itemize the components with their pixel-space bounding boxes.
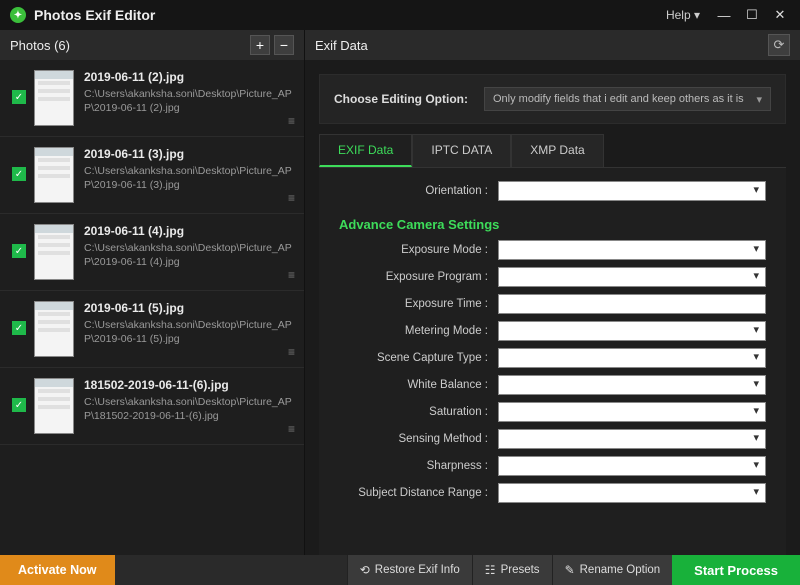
file-path: C:\Users\akanksha.soni\Desktop\Picture_A… [84,87,296,115]
item-menu-icon[interactable]: ≡ [288,114,294,128]
file-path: C:\Users\akanksha.soni\Desktop\Picture_A… [84,318,296,346]
activate-button[interactable]: Activate Now [0,555,115,585]
list-item[interactable]: ✓ 2019-06-11 (4).jpg C:\Users\akanksha.s… [0,214,304,291]
file-path: C:\Users\akanksha.soni\Desktop\Picture_A… [84,395,296,423]
photos-panel: Photos (6) + − ✓ 2019-06-11 (2).jpg C:\U… [0,30,305,555]
checkbox[interactable]: ✓ [12,244,26,258]
bottom-bar: Activate Now ⟲ Restore Exif Info ☷ Presets… [0,555,800,585]
remove-photo-button[interactable]: − [274,35,294,55]
saturation-input[interactable] [498,402,766,422]
checkbox[interactable]: ✓ [12,167,26,181]
editing-option-select[interactable]: Only modify fields that i edit and keep … [484,87,771,111]
close-button[interactable]: ✕ [766,1,794,29]
list-item[interactable]: ✓ 181502-2019-06-11-(6).jpg C:\Users\aka… [0,368,304,445]
file-name: 181502-2019-06-11-(6).jpg [84,378,296,392]
editing-option-row: Choose Editing Option: Only modify field… [319,74,786,124]
refresh-button[interactable]: ⟳ [768,34,790,56]
checkbox[interactable]: ✓ [12,398,26,412]
sharpness-label: Sharpness : [333,460,498,472]
file-path: C:\Users\akanksha.soni\Desktop\Picture_A… [84,241,296,269]
help-menu[interactable]: Help ▾ [666,8,700,22]
white-balance-input[interactable] [498,375,766,395]
rename-icon: ✎ [565,563,575,577]
list-item[interactable]: ✓ 2019-06-11 (5).jpg C:\Users\akanksha.s… [0,291,304,368]
file-name: 2019-06-11 (5).jpg [84,301,296,315]
exposure-time-label: Exposure Time : [333,298,498,310]
rename-label: Rename Option [580,564,661,576]
file-name: 2019-06-11 (2).jpg [84,70,296,84]
presets-icon: ☷ [485,563,496,577]
orientation-input[interactable] [498,181,766,201]
exif-header-label: Exif Data [315,38,368,53]
exposure-mode-label: Exposure Mode : [333,244,498,256]
editing-option-label: Choose Editing Option: [334,92,468,106]
checkbox[interactable]: ✓ [12,90,26,104]
thumbnail [34,301,74,357]
photos-count-label: Photos (6) [10,38,70,53]
thumbnail [34,147,74,203]
app-title: Photos Exif Editor [34,7,155,23]
list-item[interactable]: ✓ 2019-06-11 (3).jpg C:\Users\akanksha.s… [0,137,304,214]
titlebar: ✦ Photos Exif Editor Help ▾ — ☐ ✕ [0,0,800,30]
thumbnail [34,224,74,280]
tab-xmp[interactable]: XMP Data [511,134,603,167]
tabs: EXIF Data IPTC DATA XMP Data [305,134,800,167]
section-advance-camera: Advance Camera Settings [339,217,766,232]
scene-capture-input[interactable] [498,348,766,368]
presets-label: Presets [501,564,540,576]
add-photo-button[interactable]: + [250,35,270,55]
rename-option-button[interactable]: ✎ Rename Option [552,555,673,585]
restore-label: Restore Exif Info [375,564,460,576]
file-name: 2019-06-11 (4).jpg [84,224,296,238]
sharpness-input[interactable] [498,456,766,476]
exif-form[interactable]: Orientation : Advance Camera Settings Ex… [319,167,786,555]
subject-distance-label: Subject Distance Range : [333,487,498,499]
exposure-time-input[interactable] [498,294,766,314]
presets-button[interactable]: ☷ Presets [472,555,552,585]
exif-panel: Exif Data ⟳ Choose Editing Option: Only … [305,30,800,555]
editing-option-value: Only modify fields that i edit and keep … [493,93,744,105]
thumbnail [34,378,74,434]
restore-exif-button[interactable]: ⟲ Restore Exif Info [347,555,472,585]
metering-mode-label: Metering Mode : [333,325,498,337]
item-menu-icon[interactable]: ≡ [288,422,294,436]
restore-icon: ⟲ [360,563,370,577]
file-path: C:\Users\akanksha.soni\Desktop\Picture_A… [84,164,296,192]
photos-panel-header: Photos (6) + − [0,30,304,60]
exposure-program-input[interactable] [498,267,766,287]
maximize-button[interactable]: ☐ [738,1,766,29]
sensing-method-label: Sensing Method : [333,433,498,445]
exif-panel-header: Exif Data ⟳ [305,30,800,60]
subject-distance-input[interactable] [498,483,766,503]
item-menu-icon[interactable]: ≡ [288,191,294,205]
list-item[interactable]: ✓ 2019-06-11 (2).jpg C:\Users\akanksha.s… [0,60,304,137]
scene-capture-label: Scene Capture Type : [333,352,498,364]
exposure-mode-input[interactable] [498,240,766,260]
photos-list[interactable]: ✓ 2019-06-11 (2).jpg C:\Users\akanksha.s… [0,60,304,555]
saturation-label: Saturation : [333,406,498,418]
tab-iptc[interactable]: IPTC DATA [412,134,511,167]
sensing-method-input[interactable] [498,429,766,449]
tab-exif[interactable]: EXIF Data [319,134,412,167]
file-name: 2019-06-11 (3).jpg [84,147,296,161]
item-menu-icon[interactable]: ≡ [288,345,294,359]
item-menu-icon[interactable]: ≡ [288,268,294,282]
orientation-label: Orientation : [333,185,498,197]
minimize-button[interactable]: — [710,1,738,29]
checkbox[interactable]: ✓ [12,321,26,335]
start-process-button[interactable]: Start Process [672,555,800,585]
metering-mode-input[interactable] [498,321,766,341]
thumbnail [34,70,74,126]
white-balance-label: White Balance : [333,379,498,391]
app-logo-icon: ✦ [10,7,26,23]
exposure-program-label: Exposure Program : [333,271,498,283]
